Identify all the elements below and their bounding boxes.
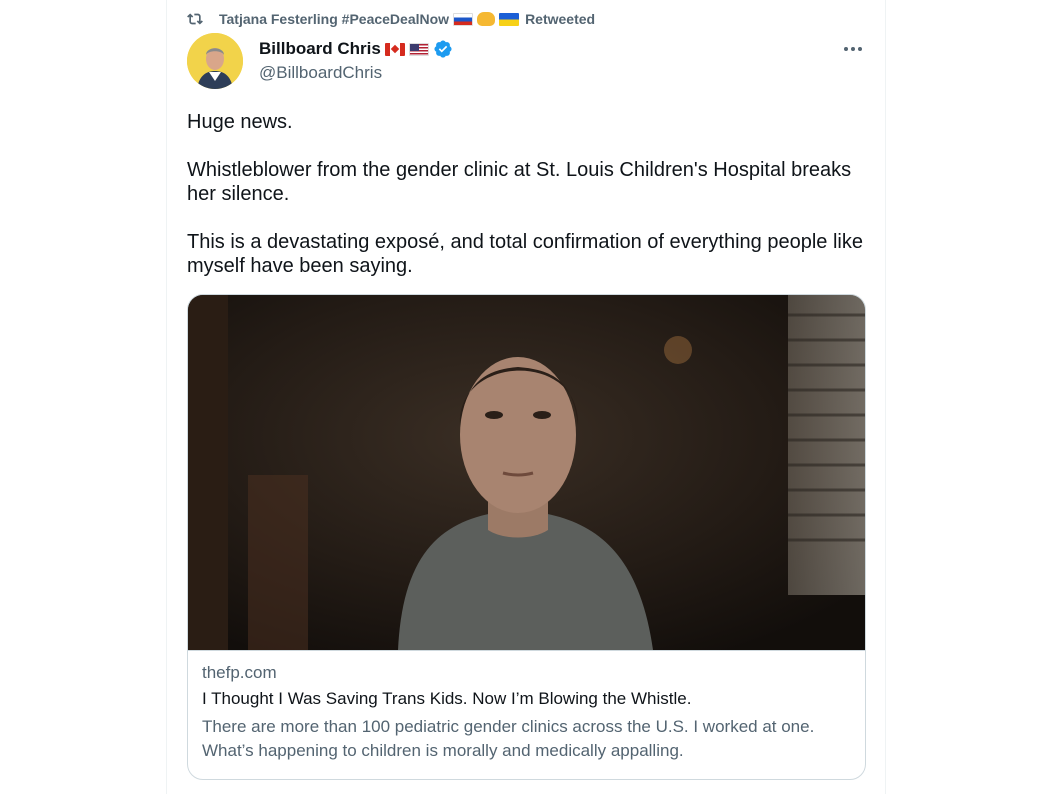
canada-flag-emoji: [384, 42, 405, 56]
author-display-name[interactable]: Billboard Chris: [259, 39, 381, 59]
link-card[interactable]: thefp.com I Thought I Was Saving Trans K…: [187, 294, 866, 780]
link-card-domain: thefp.com: [202, 663, 277, 682]
handshake-emoji: [477, 12, 496, 26]
retweet-context[interactable]: Tatjana Festerling #PeaceDealNow Retweet…: [187, 9, 595, 29]
tweet-paragraph: This is a devastating exposé, and total …: [187, 231, 863, 277]
avatar[interactable]: [187, 33, 243, 89]
retweeted-label: Retweeted: [525, 11, 596, 27]
tweet-paragraph: Whistleblower from the gender clinic at …: [187, 159, 852, 205]
author-name-row[interactable]: Billboard Chris: [259, 38, 453, 60]
link-card-description: There are more than 100 pediatric gender…: [202, 717, 815, 760]
link-card-image[interactable]: [188, 295, 865, 650]
ukraine-flag-emoji: [499, 12, 520, 26]
link-card-title[interactable]: I Thought I Was Saving Trans Kids. Now I…: [202, 689, 691, 709]
author-handle[interactable]: @BillboardChris: [259, 63, 382, 83]
retweet-icon: [187, 11, 203, 27]
more-options-icon[interactable]: [835, 38, 871, 60]
tweet-text: Huge news. Whistleblower from the gender…: [187, 110, 877, 278]
russia-flag-emoji: [453, 12, 474, 26]
timeline-column: Tatjana Festerling #PeaceDealNow Retweet…: [166, 0, 886, 794]
link-card-meta[interactable]: thefp.com I Thought I Was Saving Trans K…: [188, 650, 865, 779]
verified-badge-icon: [433, 39, 453, 59]
tweet-paragraph: Huge news.: [187, 111, 293, 133]
retweeter-name[interactable]: Tatjana Festerling #PeaceDealNow: [219, 11, 449, 27]
usa-flag-emoji: [408, 42, 429, 56]
